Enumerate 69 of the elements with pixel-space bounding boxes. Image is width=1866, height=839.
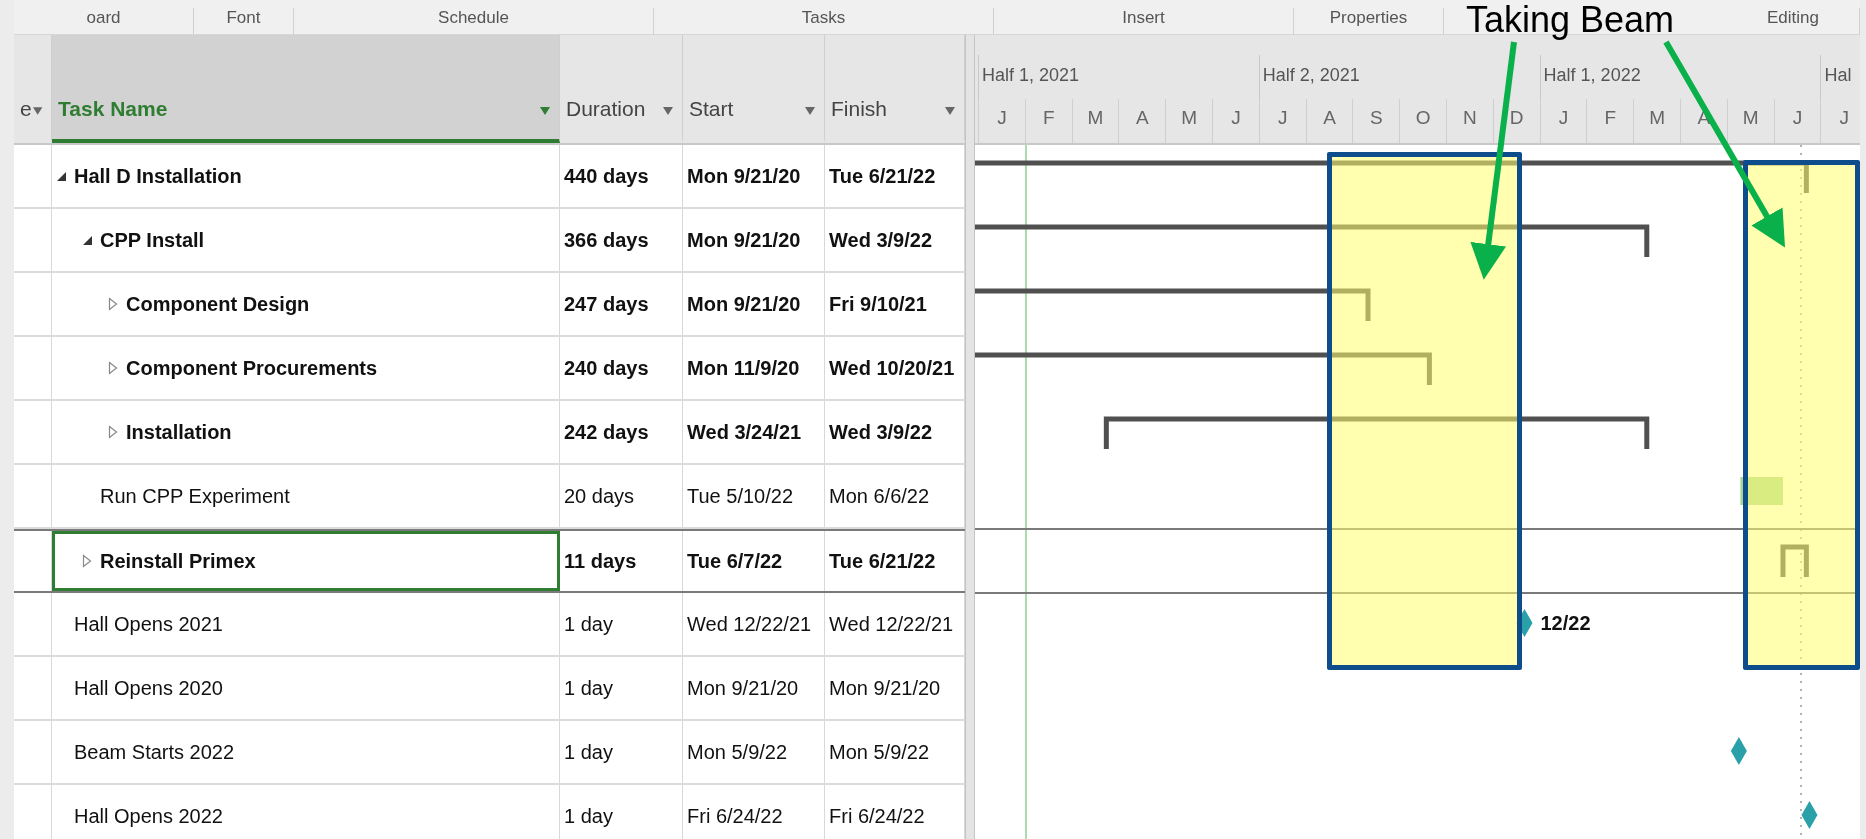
duration-cell: 11 days <box>560 531 683 591</box>
ribbon-group-label: Schedule <box>294 8 654 34</box>
month-label: J <box>1212 99 1259 143</box>
milestone-diamond <box>1516 609 1533 637</box>
collapsed-triangle-icon[interactable] <box>82 554 92 568</box>
collapsed-triangle-icon[interactable] <box>108 361 118 375</box>
month-label: J <box>1773 99 1821 143</box>
dropdown-arrow-icon <box>662 106 674 116</box>
start-cell: Mon 9/21/20 <box>683 657 825 719</box>
callout-text: Taking Beam <box>1466 0 1675 40</box>
start-cell: Fri 6/24/22 <box>683 785 825 839</box>
duration-cell: 242 days <box>560 401 683 463</box>
timescale-label: Half 2, 2021 <box>1258 55 1540 99</box>
expanded-triangle-icon[interactable] <box>82 234 93 246</box>
duration-cell: 366 days <box>560 209 683 271</box>
month-label: M <box>1726 99 1774 143</box>
month-label: M <box>1165 99 1212 143</box>
month-label: A <box>1118 99 1166 143</box>
task-bar <box>1740 477 1783 505</box>
collapsed-triangle-icon[interactable] <box>108 297 118 311</box>
duration-cell: 440 days <box>560 145 683 207</box>
dropdown-arrow-icon <box>539 106 551 116</box>
milestone-diamond <box>1801 801 1818 829</box>
month-label: J <box>1820 99 1860 143</box>
start-cell: Tue 6/7/22 <box>683 531 825 591</box>
duration-cell: 20 days <box>560 465 683 527</box>
start-cell: Mon 11/9/20 <box>683 337 825 399</box>
month-label: O <box>1399 99 1446 143</box>
month-label: N <box>1445 99 1493 143</box>
ribbon-group-label: Font <box>194 8 294 34</box>
dropdown-arrow-icon <box>31 106 43 116</box>
start-cell: Mon 9/21/20 <box>683 145 825 207</box>
start-cell: Wed 3/24/21 <box>683 401 825 463</box>
summary-bar <box>1780 544 1809 577</box>
start-cell: Wed 12/22/21 <box>683 593 825 655</box>
duration-cell: 1 day <box>560 593 683 655</box>
month-label: A <box>1305 99 1353 143</box>
month-label: M <box>1633 99 1680 143</box>
collapsed-triangle-icon[interactable] <box>108 425 118 439</box>
month-label: J <box>978 99 1025 143</box>
start-cell: Tue 5/10/22 <box>683 465 825 527</box>
milestone-diamond <box>1730 737 1747 765</box>
duration-cell: 1 day <box>560 721 683 783</box>
duration-cell: 247 days <box>560 273 683 335</box>
ribbon-group-label: Properties <box>1294 8 1444 34</box>
duration-cell: 1 day <box>560 785 683 839</box>
start-cell: Mon 5/9/22 <box>683 721 825 783</box>
month-label: F <box>1586 99 1634 143</box>
ribbon-group-label: Insert <box>994 8 1294 34</box>
month-label: J <box>1539 99 1587 143</box>
dropdown-arrow-icon <box>944 106 956 116</box>
milestone-label: 12/22 <box>1540 612 1591 634</box>
ribbon-group-label: Tasks <box>654 8 994 34</box>
month-label: J <box>1258 99 1306 143</box>
month-label: F <box>1024 99 1072 143</box>
start-cell: Mon 9/21/20 <box>683 209 825 271</box>
month-label: S <box>1352 99 1400 143</box>
duration-cell: 240 days <box>560 337 683 399</box>
month-label: D <box>1492 99 1540 143</box>
dropdown-arrow-icon <box>804 106 816 116</box>
timescale-label: Half 1, 2021 <box>978 55 1259 99</box>
task-name-cell[interactable]: Reinstall Primex <box>52 531 560 591</box>
ribbon-group-label: oard <box>14 8 194 34</box>
duration-cell: 1 day <box>560 657 683 719</box>
month-label: M <box>1071 99 1119 143</box>
timescale-label: Hal <box>1820 55 1860 99</box>
timescale-label: Half 1, 2022 <box>1539 55 1821 99</box>
expanded-triangle-icon[interactable] <box>56 170 67 182</box>
start-cell: Mon 9/21/20 <box>683 273 825 335</box>
